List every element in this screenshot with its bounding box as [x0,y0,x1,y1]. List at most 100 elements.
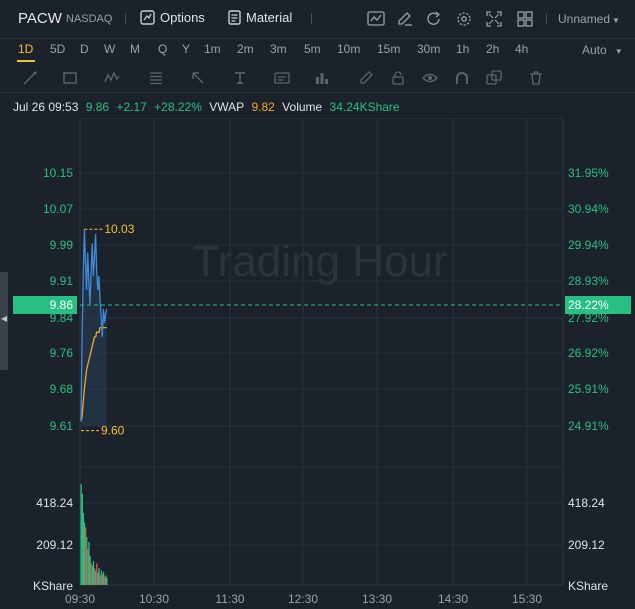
options-button[interactable]: Options [140,10,205,25]
volume-bar [99,575,101,585]
volume-value: 34.24KShare [329,100,400,114]
volume-bar [81,493,83,585]
period-1d[interactable]: 1D [18,42,33,56]
fib-tool-icon[interactable] [148,70,164,86]
period-bar: 1D 5D D W M Q Y 1m 2m 3m 5m 10m 15m 30m 1h 2h 4h [0,38,635,62]
time-tick-label: 10:30 [139,592,169,606]
volume-tick-label: 209.12 [36,538,73,552]
divider: | [545,11,549,25]
period-y[interactable]: Y [182,42,190,56]
current-pct-label: 28.22% [568,298,609,312]
period-2h[interactable]: 2h [486,42,499,56]
price-tick-label: 9.91 [50,274,74,288]
time-tick-label: 15:30 [512,592,542,606]
volume-bar [95,570,97,585]
volume-bar [91,565,93,585]
edit-icon[interactable] [396,11,414,27]
volume-tick-label: 418.24 [568,496,605,510]
trash-icon[interactable] [528,70,544,86]
symbol-label[interactable]: PACW [18,10,62,27]
material-icon [228,10,241,25]
arrow-tool-icon[interactable] [190,70,206,86]
period-m[interactable]: M [130,42,140,56]
volume-bar [80,484,82,585]
top-toolbar: PACW NASDAQ | Options Material | | Unnam… [0,0,635,39]
volume-bar [93,568,96,585]
period-30m[interactable]: 30m [417,42,440,56]
text-tool-icon[interactable] [232,70,248,86]
price-tick-label: 9.68 [50,382,74,396]
quote-price: 9.86 [85,100,110,114]
fullscreen-icon[interactable] [485,11,503,27]
volume-bar [89,556,91,585]
pct-tick-label: 25.91% [568,382,609,396]
vwap-value: 9.82 [251,100,275,114]
refresh-icon[interactable] [425,11,443,27]
caret-down-icon: ▼ [614,47,623,56]
pen-tool-icon[interactable] [358,70,374,86]
divider: | [124,11,128,25]
current-price-label: 9.86 [50,298,74,312]
volume-bar [98,568,100,585]
chart-icon[interactable] [367,11,385,27]
quote-change-pct: +28.22% [154,100,202,114]
period-5m[interactable]: 5m [304,42,321,56]
volume-bar [96,563,98,585]
time-tick-label: 13:30 [362,592,392,606]
vwap-label: VWAP [209,100,245,114]
price-tick-label: 10.15 [43,166,73,180]
intraday-chart[interactable]: Trading Hour10.1510.079.999.919.849.769.… [0,118,635,609]
period-4h[interactable]: 4h [515,42,528,56]
volume-bar [100,570,102,585]
period-5d[interactable]: 5D [50,42,65,56]
lock-icon[interactable] [390,70,406,86]
volume-unit-label: KShare [568,579,608,593]
period-w[interactable]: W [104,42,115,56]
measure-tool-icon[interactable] [314,70,330,86]
annotation-tool-icon[interactable] [274,70,290,86]
period-2m[interactable]: 2m [237,42,254,56]
caret-down-icon: ▼ [612,16,620,25]
layout-name-label: Unnamed [558,12,611,26]
scale-mode-label: Auto [582,43,607,57]
period-3m[interactable]: 3m [270,42,287,56]
wave-tool-icon[interactable] [104,70,120,86]
period-15m[interactable]: 15m [377,42,400,56]
quote-datetime: Jul 26 09:53 [13,100,79,114]
pct-tick-label: 30.94% [568,202,609,216]
period-q[interactable]: Q [158,42,167,56]
period-1h[interactable]: 1h [456,42,469,56]
volume-bar [92,561,95,585]
time-tick-label: 11:30 [215,592,244,606]
volume-unit-label: KShare [33,579,73,593]
layout-name-dropdown[interactable]: Unnamed ▼ [558,12,620,26]
price-tick-label: 9.61 [50,419,74,433]
pct-tick-label: 24.91% [568,419,609,433]
chevron-left-icon: ◀ [1,314,8,323]
clone-icon[interactable] [486,70,502,86]
volume-bar [86,537,88,585]
period-10m[interactable]: 10m [337,42,360,56]
material-button[interactable]: Material [228,10,292,25]
magnet-icon[interactable] [454,70,470,86]
layout-grid-icon[interactable] [516,11,534,27]
time-tick-label: 14:30 [438,592,468,606]
period-1m[interactable]: 1m [204,42,221,56]
high-marker-label: 10.03 [104,222,134,236]
time-tick-label: 09:30 [65,592,95,606]
volume-bar [83,522,86,585]
eye-icon[interactable] [422,70,438,86]
price-tick-label: 10.07 [43,202,73,216]
left-panel-handle[interactable]: ◀ [0,272,8,370]
rectangle-tool-icon[interactable] [62,70,78,86]
settings-icon[interactable] [455,11,473,27]
period-d[interactable]: D [80,42,89,56]
line-tool-icon[interactable] [22,70,38,86]
options-label: Options [160,10,205,25]
scale-mode-dropdown[interactable]: Auto ▼ [582,43,623,57]
pct-tick-label: 29.94% [568,238,609,252]
pct-tick-label: 26.92% [568,346,609,360]
volume-label: Volume [282,100,323,114]
volume-tick-label: 418.24 [36,496,73,510]
volume-bar [87,549,89,585]
